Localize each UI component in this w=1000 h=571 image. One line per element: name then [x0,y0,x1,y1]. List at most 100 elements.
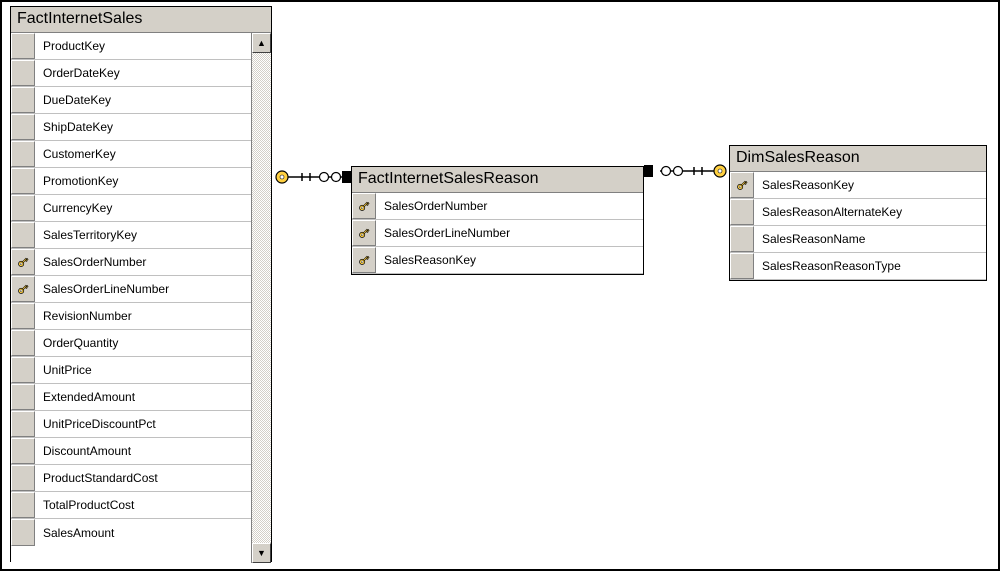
column-name: ShipDateKey [35,114,251,140]
row-header-cell[interactable] [352,193,376,219]
table-title-label: FactInternetSales [17,10,142,28]
column-name: ExtendedAmount [35,384,251,410]
primary-key-icon [735,178,749,192]
scroll-track[interactable] [252,53,271,543]
column-name: SalesReasonKey [754,172,986,198]
row-header-cell[interactable] [11,411,35,437]
primary-key-icon [16,282,30,296]
row-header-cell[interactable] [11,87,35,113]
table-title: DimSalesReason [730,146,986,172]
column-name: RevisionNumber [35,303,251,329]
table-column[interactable]: ExtendedAmount [11,384,251,411]
column-name: DueDateKey [35,87,251,113]
table-column[interactable]: DueDateKey [11,87,251,114]
relationship-line[interactable] [644,159,730,183]
column-name: OrderQuantity [35,330,251,356]
row-header-cell[interactable] [730,253,754,279]
column-name: SalesOrderLineNumber [376,220,643,246]
column-name: UnitPriceDiscountPct [35,411,251,437]
table-column[interactable]: PromotionKey [11,168,251,195]
column-name: CustomerKey [35,141,251,167]
column-name: SalesOrderNumber [376,193,643,219]
table-column[interactable]: ShipDateKey [11,114,251,141]
table-column[interactable]: DiscountAmount [11,438,251,465]
table-column[interactable]: SalesReasonKey [730,172,986,199]
row-header-cell[interactable] [352,220,376,246]
table-column[interactable]: CurrencyKey [11,195,251,222]
column-name: SalesAmount [35,519,251,546]
table-column[interactable]: UnitPrice [11,357,251,384]
column-name: SalesReasonAlternateKey [754,199,986,225]
row-header-cell[interactable] [11,222,35,248]
column-list: ProductKey OrderDateKey DueDateKey ShipD… [11,33,251,563]
table-column[interactable]: RevisionNumber [11,303,251,330]
arrow-up-icon: ▲ [257,38,266,48]
column-name: SalesTerritoryKey [35,222,251,248]
table-column[interactable]: ProductStandardCost [11,465,251,492]
row-header-cell[interactable] [11,276,35,302]
table-dimsalesreason[interactable]: DimSalesReason SalesReasonKey SalesReaso… [729,145,987,281]
table-factinternetsalesreason[interactable]: FactInternetSalesReason SalesOrderNumber… [351,166,644,275]
table-column[interactable]: TotalProductCost [11,492,251,519]
row-header-cell[interactable] [11,60,35,86]
table-column[interactable]: SalesOrderNumber [352,193,643,220]
scroll-up-button[interactable]: ▲ [252,33,271,53]
row-header-cell[interactable] [11,330,35,356]
relationship-line[interactable] [272,165,352,189]
table-column[interactable]: SalesOrderLineNumber [11,276,251,303]
row-header-cell[interactable] [11,384,35,410]
table-column[interactable]: OrderDateKey [11,60,251,87]
primary-key-icon [16,255,30,269]
column-name: SalesOrderNumber [35,249,251,275]
row-header-cell[interactable] [11,357,35,383]
column-name: CurrencyKey [35,195,251,221]
column-name: ProductKey [35,33,251,59]
table-title: FactInternetSalesReason [352,167,643,193]
table-title-label: DimSalesReason [736,149,860,167]
row-header-cell[interactable] [11,249,35,275]
row-header-cell[interactable] [11,168,35,194]
row-header-cell[interactable] [11,465,35,491]
table-factinternetsales[interactable]: FactInternetSales ProductKey OrderDateKe… [10,6,272,562]
primary-key-icon [357,253,371,267]
row-header-cell[interactable] [11,114,35,140]
scrollbar[interactable]: ▲ ▼ [251,33,271,563]
row-header-cell[interactable] [11,438,35,464]
column-name: OrderDateKey [35,60,251,86]
table-column[interactable]: SalesReasonName [730,226,986,253]
table-column[interactable]: SalesReasonAlternateKey [730,199,986,226]
arrow-down-icon: ▼ [257,548,266,558]
table-column[interactable]: SalesReasonReasonType [730,253,986,280]
table-column[interactable]: UnitPriceDiscountPct [11,411,251,438]
scroll-down-button[interactable]: ▼ [252,543,271,563]
row-header-cell[interactable] [11,33,35,59]
table-column[interactable]: CustomerKey [11,141,251,168]
table-column[interactable]: SalesOrderLineNumber [352,220,643,247]
row-header-cell[interactable] [730,199,754,225]
column-list: SalesReasonKey SalesReasonAlternateKey S… [730,172,986,280]
table-column[interactable]: SalesTerritoryKey [11,222,251,249]
primary-key-icon [357,199,371,213]
column-list: SalesOrderNumber SalesOrderLineNumber Sa… [352,193,643,274]
column-name: SalesReasonKey [376,247,643,273]
row-header-cell[interactable] [352,247,376,273]
column-name: TotalProductCost [35,492,251,518]
row-header-cell[interactable] [11,492,35,518]
table-column[interactable]: SalesAmount [11,519,251,546]
row-header-cell[interactable] [11,141,35,167]
row-header-cell[interactable] [730,226,754,252]
column-name: PromotionKey [35,168,251,194]
row-header-cell[interactable] [730,172,754,198]
column-name: ProductStandardCost [35,465,251,491]
table-column[interactable]: ProductKey [11,33,251,60]
table-title: FactInternetSales [11,7,271,33]
table-column[interactable]: OrderQuantity [11,330,251,357]
table-column[interactable]: SalesOrderNumber [11,249,251,276]
row-header-cell[interactable] [11,303,35,329]
column-name: SalesReasonName [754,226,986,252]
table-column[interactable]: SalesReasonKey [352,247,643,274]
row-header-cell[interactable] [11,519,35,546]
column-name: UnitPrice [35,357,251,383]
column-name: SalesOrderLineNumber [35,276,251,302]
row-header-cell[interactable] [11,195,35,221]
